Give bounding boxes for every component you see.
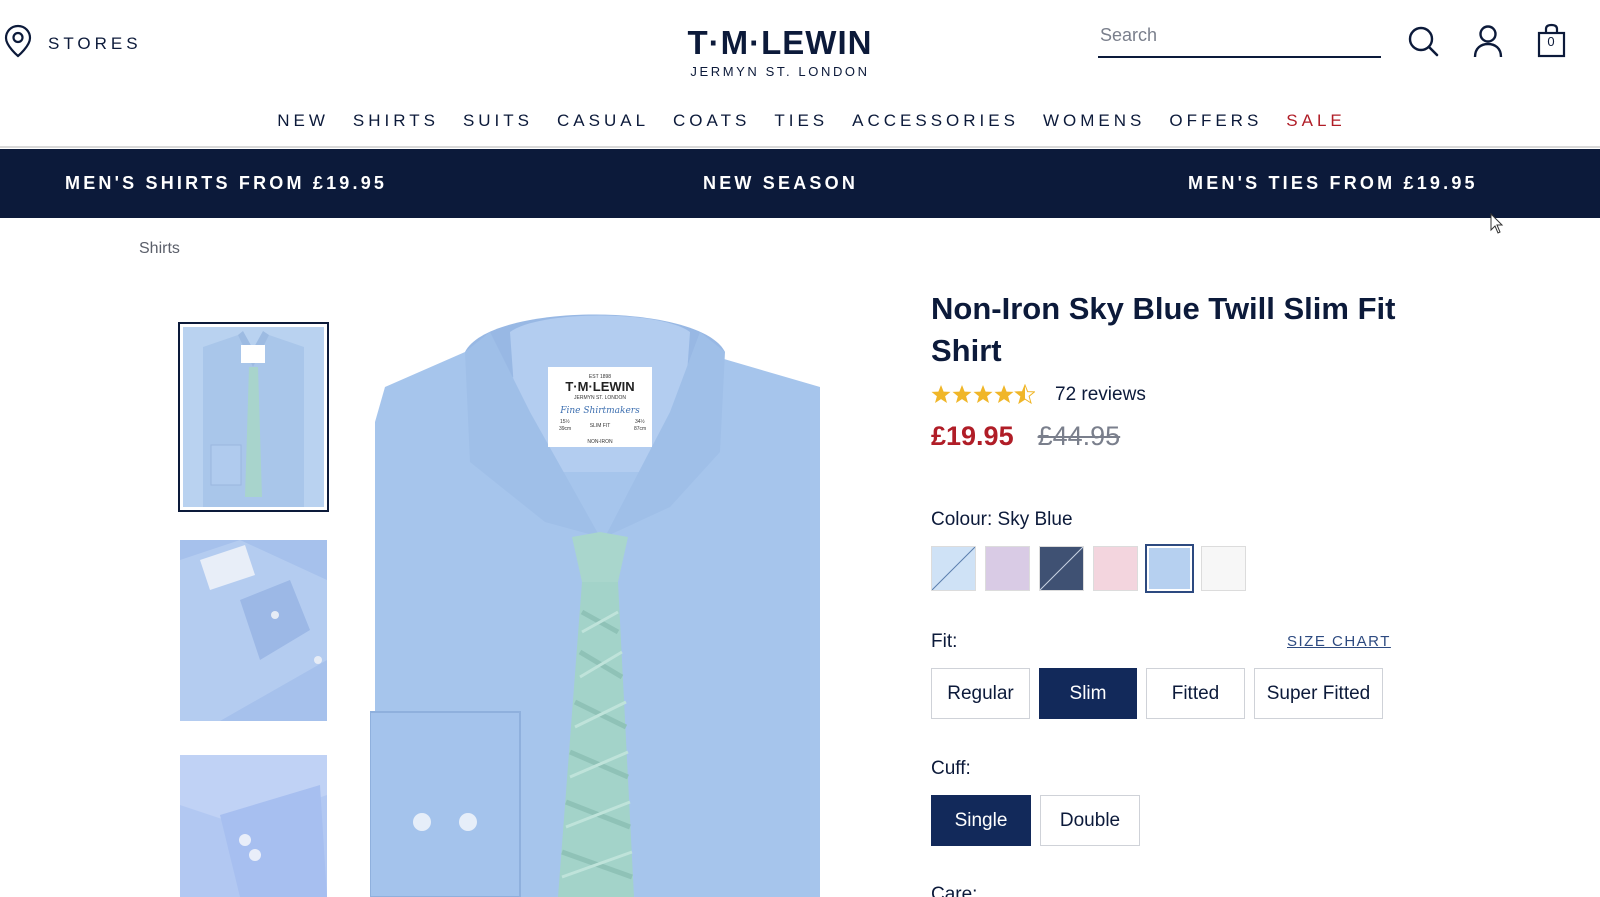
svg-text:T·M·LEWIN: T·M·LEWIN bbox=[565, 379, 634, 394]
svg-text:87cm: 87cm bbox=[634, 426, 646, 432]
star-icon bbox=[994, 385, 1014, 403]
star-icon bbox=[952, 385, 972, 403]
promo-new-season-link[interactable]: NEW SEASON bbox=[703, 173, 858, 194]
nav-item-new[interactable]: NEW bbox=[265, 108, 341, 134]
search-icon[interactable] bbox=[1406, 22, 1442, 62]
product-thumbnail-3[interactable] bbox=[180, 755, 327, 897]
promo-bar: MEN'S SHIRTS FROM £19.95 NEW SEASON MEN'… bbox=[0, 149, 1600, 218]
nav-item-sale[interactable]: SALE bbox=[1274, 108, 1357, 134]
reviews-link[interactable]: 72 reviews bbox=[1055, 384, 1146, 406]
nav-item-accessories[interactable]: ACCESSORIES bbox=[840, 108, 1031, 134]
cuff-option-double[interactable]: Double bbox=[1040, 795, 1140, 846]
product-thumbnail-2[interactable] bbox=[180, 540, 327, 721]
search-input[interactable] bbox=[1098, 20, 1381, 50]
breadcrumb[interactable]: Shirts bbox=[139, 240, 180, 258]
nav-item-shirts[interactable]: SHIRTS bbox=[341, 108, 451, 134]
sale-price: £19.95 bbox=[931, 421, 1014, 451]
svg-text:39cm: 39cm bbox=[559, 426, 571, 432]
swatch-lilac[interactable] bbox=[985, 546, 1030, 591]
search-box bbox=[1098, 20, 1381, 58]
main-navigation: NEW SHIRTS SUITS CASUAL COATS TIES ACCES… bbox=[0, 108, 1600, 134]
product-title: Non-Iron Sky Blue Twill Slim Fit Shirt bbox=[931, 291, 1396, 368]
size-chart-link[interactable]: SIZE CHART bbox=[1287, 633, 1391, 650]
account-icon[interactable] bbox=[1470, 22, 1506, 62]
swatch-white[interactable] bbox=[1201, 546, 1246, 591]
nav-item-womens[interactable]: WOMENS bbox=[1031, 108, 1157, 134]
swatch-pink[interactable] bbox=[1093, 546, 1138, 591]
fit-option-fitted[interactable]: Fitted bbox=[1146, 668, 1245, 719]
half-star-icon bbox=[1014, 384, 1035, 405]
nav-item-coats[interactable]: COATS bbox=[661, 108, 762, 134]
product-rating[interactable]: 72 reviews bbox=[931, 384, 1146, 406]
svg-text:NON-IRON: NON-IRON bbox=[587, 439, 613, 445]
fit-option-slim[interactable]: Slim bbox=[1039, 668, 1137, 719]
original-price: £44.95 bbox=[1037, 421, 1121, 451]
stores-label: STORES bbox=[48, 33, 142, 53]
svg-text:JERMYN ST. LONDON: JERMYN ST. LONDON bbox=[574, 395, 626, 401]
svg-text:Fine Shirtmakers: Fine Shirtmakers bbox=[559, 406, 640, 416]
cuff-label: Cuff: bbox=[931, 758, 971, 779]
cuff-option-single[interactable]: Single bbox=[931, 795, 1031, 846]
cuff-options: Single Double bbox=[931, 795, 1140, 846]
site-header: STORES T·M·LEWIN JERMYN ST. LONDON 0 NEW… bbox=[0, 0, 1600, 148]
product-thumbnail-1[interactable] bbox=[178, 322, 329, 512]
swatch-navy[interactable] bbox=[1039, 546, 1084, 591]
colour-value: Sky Blue bbox=[997, 509, 1073, 530]
bag-count: 0 bbox=[1547, 34, 1555, 49]
logo-wordmark: T·M·LEWIN bbox=[687, 24, 873, 61]
shopping-bag-icon[interactable]: 0 bbox=[1534, 22, 1570, 62]
nav-item-ties[interactable]: TIES bbox=[762, 108, 840, 134]
swatch-sky-blue[interactable] bbox=[1145, 544, 1194, 593]
fit-option-super-fitted[interactable]: Super Fitted bbox=[1254, 668, 1383, 719]
mouse-cursor-icon bbox=[1490, 212, 1504, 240]
nav-item-offers[interactable]: OFFERS bbox=[1157, 108, 1274, 134]
care-label: Care: bbox=[931, 884, 978, 897]
colour-swatches bbox=[931, 544, 1246, 593]
colour-label: Colour: bbox=[931, 509, 993, 530]
product-main-image[interactable]: EST 1898 T·M·LEWIN JERMYN ST. LONDON Fin… bbox=[370, 292, 830, 897]
svg-text:15½: 15½ bbox=[560, 418, 571, 425]
fit-option-regular[interactable]: Regular bbox=[931, 668, 1030, 719]
location-pin-icon bbox=[4, 24, 32, 63]
colour-label-row: Colour: Sky Blue bbox=[931, 509, 1073, 531]
logo-tagline: JERMYN ST. LONDON bbox=[690, 64, 870, 79]
nav-item-casual[interactable]: CASUAL bbox=[545, 108, 661, 134]
product-price: £19.95 £44.95 bbox=[931, 421, 1120, 452]
stores-link[interactable]: STORES bbox=[4, 24, 142, 63]
brand-logo[interactable]: T·M·LEWIN JERMYN ST. LONDON bbox=[680, 24, 880, 80]
nav-item-suits[interactable]: SUITS bbox=[451, 108, 545, 134]
fit-options: Regular Slim Fitted Super Fitted bbox=[931, 668, 1383, 719]
promo-ties-link[interactable]: MEN'S TIES FROM £19.95 bbox=[1188, 173, 1478, 194]
svg-text:SLIM FIT: SLIM FIT bbox=[590, 423, 611, 429]
star-icon bbox=[931, 385, 951, 403]
fit-label: Fit: bbox=[931, 631, 958, 652]
swatch-blue-white-stripe[interactable] bbox=[931, 546, 976, 591]
star-icon bbox=[973, 385, 993, 403]
star-rating bbox=[931, 384, 1035, 406]
svg-text:34½: 34½ bbox=[635, 418, 646, 425]
promo-shirts-link[interactable]: MEN'S SHIRTS FROM £19.95 bbox=[65, 173, 387, 194]
